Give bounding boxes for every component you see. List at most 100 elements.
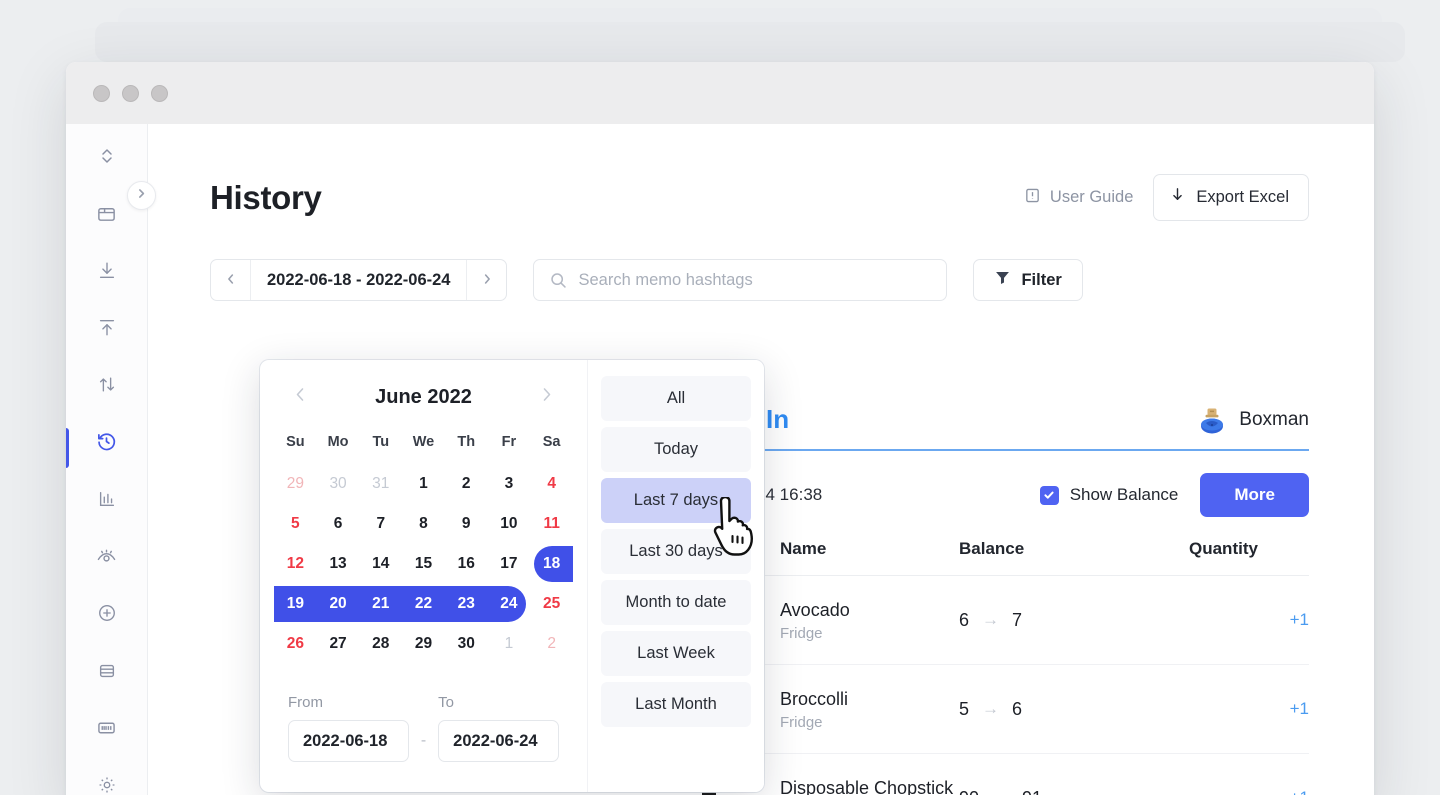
header-actions: User Guide Export Excel (1024, 174, 1309, 221)
date-range-picker[interactable]: 2022-06-18 - 2022-06-24 (210, 259, 507, 301)
calendar-day: 16 (448, 546, 484, 582)
maximize-button[interactable] (151, 85, 168, 102)
calendar-day-cell[interactable]: 6 (317, 504, 360, 544)
cell-balance: 6 → 7 (959, 576, 1189, 665)
database-icon (97, 661, 117, 681)
show-balance-toggle[interactable]: Show Balance (1040, 485, 1179, 505)
calendar-day-cell[interactable]: 25 (530, 584, 573, 624)
calendar-day: 2 (448, 466, 484, 502)
calendar-day-cell[interactable]: 3 (488, 464, 531, 504)
calendar-day-cell[interactable]: 12 (274, 544, 317, 584)
preset-month-to-date[interactable]: Month to date (601, 580, 751, 625)
user-guide-label: User Guide (1050, 188, 1133, 207)
calendar-day-cell[interactable]: 16 (445, 544, 488, 584)
cell-name: Disposable Chopstick Warehouse (780, 754, 959, 795)
calendar-day-cell[interactable]: 17 (488, 544, 531, 584)
sidebar-item-history[interactable] (85, 426, 129, 458)
checkbox-checked-icon[interactable] (1040, 486, 1059, 505)
calendar-day: 21 (363, 586, 399, 622)
calendar-day-cell[interactable]: 27 (317, 624, 360, 664)
calendar-day-cell-selected-end[interactable]: 24 (488, 584, 531, 624)
more-button[interactable]: More (1200, 473, 1309, 517)
to-label: To (438, 694, 559, 711)
calendar-day-cell[interactable]: 14 (359, 544, 402, 584)
transfer-arrows-icon (97, 374, 117, 395)
column-balance: Balance (959, 539, 1189, 576)
calendar-next-month-button[interactable] (534, 382, 559, 412)
calendar-prev-month-button[interactable] (288, 382, 313, 412)
calendar-day-cell[interactable]: 7 (359, 504, 402, 544)
to-input[interactable]: 2022-06-24 (438, 720, 559, 762)
calendar-day-cell[interactable]: 9 (445, 504, 488, 544)
calendar-day-cell[interactable]: 29 (402, 624, 445, 664)
search-memo-box[interactable] (533, 259, 947, 301)
page-header: History User Guide Export Excel (148, 124, 1374, 221)
sidebar-item-inventory[interactable] (85, 197, 129, 229)
sidebar-item-barcode[interactable] (85, 712, 129, 744)
arrow-right-icon: → (982, 699, 999, 719)
avatar (1197, 405, 1227, 435)
balance-to: 7 (1012, 610, 1022, 631)
calendar-day-cell[interactable]: 8 (402, 504, 445, 544)
preset-list: All Today Last 7 days Last 30 days Month… (587, 360, 764, 792)
table-row[interactable]: Broccolli Fridge 5 → 6 +1 (688, 665, 1309, 754)
calendar-day-cell[interactable]: 30 (445, 624, 488, 664)
sidebar-expand-button[interactable] (127, 181, 156, 210)
preset-last-week[interactable]: Last Week (601, 631, 751, 676)
calendar-day-cell-selected[interactable]: 21 (359, 584, 402, 624)
calendar-day-cell[interactable]: 2 (530, 624, 573, 664)
calendar-day-cell[interactable]: 26 (274, 624, 317, 664)
sidebar-item-collapse-toggle[interactable] (85, 140, 129, 172)
calendar-day-cell[interactable]: 28 (359, 624, 402, 664)
preset-last-30-days[interactable]: Last 30 days (601, 529, 751, 574)
calendar-day-cell[interactable]: 10 (488, 504, 531, 544)
sidebar-item-monitor[interactable] (85, 540, 129, 572)
calendar-day-cell[interactable]: 5 (274, 504, 317, 544)
sidebar-item-stock-out[interactable] (85, 312, 129, 344)
bar-chart-icon (97, 489, 117, 509)
page-title: History (210, 179, 322, 217)
sidebar-item-stock-in[interactable] (85, 254, 129, 286)
calendar-day-cell-selected[interactable]: 22 (402, 584, 445, 624)
calendar-day-cell[interactable]: 2 (445, 464, 488, 504)
calendar-day-cell[interactable]: 29 (274, 464, 317, 504)
calendar-day-cell[interactable]: 1 (402, 464, 445, 504)
calendar-day: 24 (491, 586, 527, 622)
calendar: June 2022 Su Mo Tu We Th Fr Sa 29 30 31 … (260, 360, 587, 792)
calendar-day-cell-selected-start[interactable]: 18 (530, 544, 573, 584)
calendar-day-cell-selected[interactable]: 20 (317, 584, 360, 624)
filter-button[interactable]: Filter (973, 259, 1082, 301)
calendar-day: 25 (534, 586, 570, 622)
calendar-day-cell-selected[interactable]: 23 (445, 584, 488, 624)
eye-icon (96, 547, 117, 566)
calendar-day-cell[interactable]: 30 (317, 464, 360, 504)
background-window-near (95, 22, 1405, 62)
calendar-day-cell[interactable]: 31 (359, 464, 402, 504)
preset-last-7-days[interactable]: Last 7 days (601, 478, 751, 523)
range-next-button[interactable] (466, 260, 506, 300)
close-button[interactable] (93, 85, 110, 102)
sidebar-item-add[interactable] (85, 597, 129, 629)
table-row[interactable]: Avocado Fridge 6 → 7 +1 (688, 576, 1309, 665)
search-input[interactable] (578, 271, 946, 290)
preset-all[interactable]: All (601, 376, 751, 421)
preset-last-month[interactable]: Last Month (601, 682, 751, 727)
calendar-day-cell[interactable]: 11 (530, 504, 573, 544)
user-guide-link[interactable]: User Guide (1024, 187, 1133, 209)
from-input[interactable]: 2022-06-18 (288, 720, 409, 762)
calendar-day-cell[interactable]: 15 (402, 544, 445, 584)
table-header-row: Photo Name Balance Quantity (688, 539, 1309, 576)
calendar-day-cell[interactable]: 13 (317, 544, 360, 584)
sidebar-item-transfer[interactable] (85, 369, 129, 401)
preset-today[interactable]: Today (601, 427, 751, 472)
table-row[interactable]: Disposable Chopstick Warehouse 90 → 91 (688, 754, 1309, 795)
export-excel-button[interactable]: Export Excel (1153, 174, 1309, 221)
sidebar-item-analytics[interactable] (85, 483, 129, 515)
sidebar-item-settings[interactable] (85, 769, 129, 795)
minimize-button[interactable] (122, 85, 139, 102)
range-prev-button[interactable] (211, 260, 251, 300)
sidebar-item-database[interactable] (85, 655, 129, 687)
calendar-day-cell[interactable]: 1 (488, 624, 531, 664)
calendar-day-cell[interactable]: 4 (530, 464, 573, 504)
calendar-day-cell-selected[interactable]: 19 (274, 584, 317, 624)
